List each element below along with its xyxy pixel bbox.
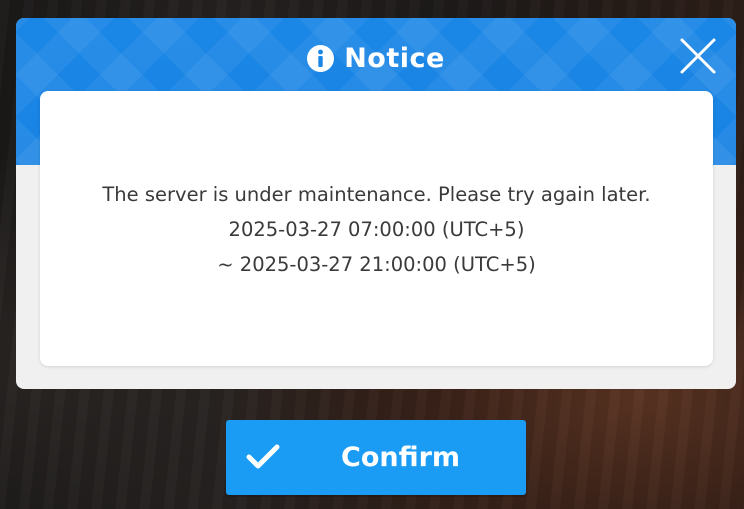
dialog-title-bar: Notice	[16, 40, 736, 76]
maintenance-start-time: 2025-03-27 07:00:00 (UTC+5)	[228, 218, 525, 241]
confirm-button[interactable]: Confirm	[226, 420, 526, 495]
checkmark-icon	[246, 444, 280, 469]
notice-dialog: Notice The server is under maintenance. …	[16, 18, 736, 389]
maintenance-message: The server is under maintenance. Please …	[102, 183, 651, 206]
message-text: The server is under maintenance. Please …	[102, 177, 650, 282]
confirm-label: Confirm	[341, 442, 461, 473]
info-icon	[307, 44, 335, 72]
close-button[interactable]	[676, 34, 720, 78]
close-icon	[680, 38, 716, 74]
message-panel: The server is under maintenance. Please …	[40, 91, 713, 366]
dialog-title: Notice	[344, 42, 445, 74]
maintenance-end-time: ~ 2025-03-27 21:00:00 (UTC+5)	[217, 253, 536, 276]
